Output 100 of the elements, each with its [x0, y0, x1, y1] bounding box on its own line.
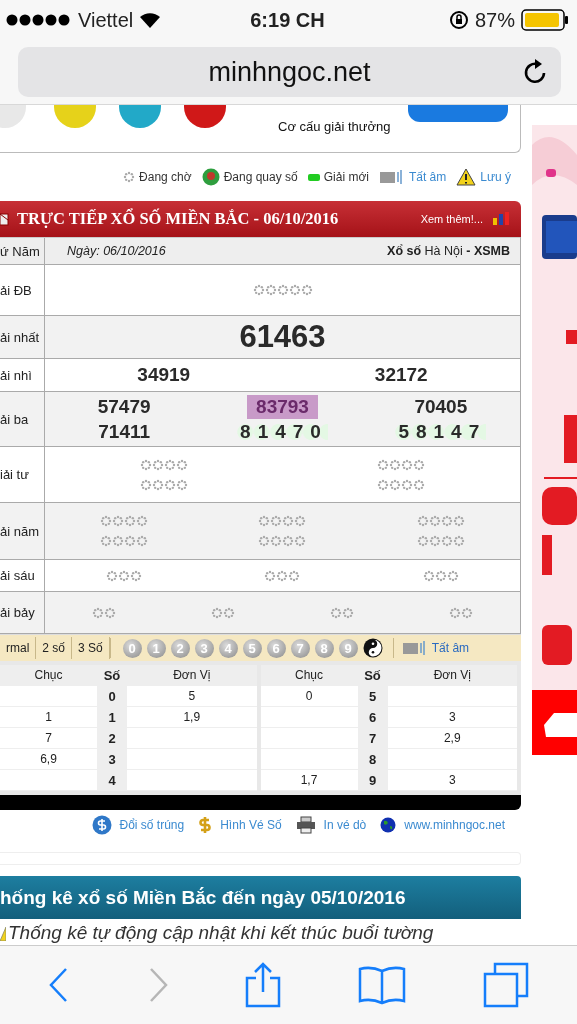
loading-indicator	[376, 478, 427, 491]
prize-number: 32172	[374, 364, 428, 386]
speaker-icon	[378, 169, 405, 185]
table-cell: 0	[97, 686, 127, 706]
bar-chart-icon	[491, 212, 511, 226]
prize-label: ải nhất	[0, 329, 40, 345]
carrier-name: Viettel	[78, 8, 134, 32]
coin-icon	[91, 815, 112, 835]
table-cell-text: 1	[44, 709, 53, 726]
yin-yang-icon[interactable]	[362, 638, 383, 658]
clock-time: 6:19 CH	[250, 8, 325, 32]
loading-indicator	[257, 515, 308, 527]
prize-number: 57479	[97, 396, 151, 418]
table-cell: 9	[357, 770, 388, 790]
loading-indicator	[91, 606, 118, 619]
ball-icon	[201, 168, 220, 186]
column-header: Chục	[294, 667, 324, 684]
loading-icon	[123, 171, 136, 183]
prize-label: ải năm	[0, 523, 40, 539]
loading-indicator	[415, 515, 466, 527]
warning-icon	[0, 925, 6, 941]
loading-indicator	[99, 535, 150, 547]
legend-label: Đang chờ	[139, 170, 192, 184]
prize-label: ải ba	[0, 411, 29, 427]
prize-number: 34919	[137, 364, 191, 386]
battery-icon	[521, 9, 569, 31]
loading-indicator	[210, 606, 237, 619]
legend-link[interactable]: Lưu ý	[480, 170, 511, 184]
prize-label: ải sáu	[0, 568, 35, 583]
prize-label: ải nhì	[0, 367, 32, 383]
loading-indicator	[99, 515, 150, 527]
column-header: Chục	[33, 667, 64, 684]
table-cell-text: 2,9	[442, 730, 462, 747]
prize-number: 70405	[414, 396, 468, 418]
loading-indicator	[415, 535, 466, 547]
table-cell-text: 1,7	[299, 772, 319, 789]
table-cell-text: 7	[44, 730, 53, 747]
table-cell-text: 1,9	[182, 709, 202, 726]
speaker-icon[interactable]	[401, 640, 428, 656]
globe-icon	[380, 817, 397, 833]
loading-indicator	[376, 458, 427, 471]
table-cell: 8	[357, 749, 388, 769]
legend-link[interactable]: Tất âm	[408, 170, 447, 184]
table-cell: 2	[97, 728, 127, 748]
mode-tab[interactable]: 2 số	[36, 637, 73, 659]
draw-date: Ngày: 06/10/2016	[67, 244, 166, 258]
share-icon[interactable]	[245, 962, 282, 1008]
prize-label: ải ĐB	[0, 282, 32, 298]
tabs-icon[interactable]	[482, 962, 529, 1008]
table-cell: 7	[357, 728, 388, 748]
table-cell-text: 0	[304, 688, 314, 705]
legend-label: Đang quay số	[223, 170, 298, 184]
prize-number: 71411	[98, 421, 151, 443]
table-cell-text: 3	[447, 772, 457, 789]
weekday-label: ứ Năm	[0, 243, 40, 259]
legend-label: Giải mới	[323, 170, 369, 184]
table-cell: 3	[97, 749, 127, 769]
loading-indicator	[257, 535, 308, 547]
stats-note: Thống kê tự động cập nhật khi kết thúc buổi tường	[8, 922, 434, 944]
footer-link[interactable]: Đổi số trúng	[119, 818, 185, 832]
footer-link[interactable]: www.minhngoc.net	[404, 818, 505, 832]
column-header: Đơn Vị	[172, 667, 212, 684]
table-cell: 6	[357, 707, 388, 727]
table-cell: 5	[357, 686, 388, 706]
table-cell-text: 6,9	[39, 751, 58, 768]
new-number: 83793	[247, 395, 318, 419]
mode-tab[interactable]: 3 Số	[72, 637, 110, 659]
prize-number: 61463	[239, 319, 326, 355]
rolling-number: 81470	[237, 421, 328, 443]
rolling-number: 58147	[395, 421, 487, 443]
loading-indicator	[263, 569, 302, 582]
marker-icon	[307, 173, 320, 181]
loading-indicator	[251, 284, 314, 296]
book-icon[interactable]	[358, 965, 407, 1005]
loading-indicator	[138, 478, 189, 491]
loading-indicator	[421, 569, 460, 582]
prize-label: ải bảy	[0, 605, 35, 620]
loading-indicator	[447, 606, 474, 619]
dollar-icon	[198, 815, 213, 835]
loading-indicator	[138, 458, 189, 471]
footer-link[interactable]: In vé dò	[323, 818, 367, 832]
more-link[interactable]: Xem thêm!...	[420, 213, 483, 225]
table-cell-text: 3	[447, 709, 457, 726]
mute-link[interactable]: Tất âm	[431, 641, 470, 655]
prize-label: iải tư	[0, 467, 29, 482]
lottery-name: Xổ số Hà Nội - XSMB	[387, 244, 510, 258]
results-title: TRỰC TIẾP XỔ SỐ MIỀN BẮC - 06/10/2016	[17, 209, 340, 229]
battery-percent: 87%	[474, 8, 515, 32]
footer-link[interactable]: Hình Vé Số	[220, 818, 282, 832]
table-cell-text: 5	[187, 688, 197, 705]
wifi-icon	[139, 12, 162, 28]
stats-title: hống kê xổ số Miền Bắc đến ngày 05/10/2016	[0, 886, 406, 909]
rotation-lock-icon	[448, 10, 469, 30]
action-button[interactable]	[408, 105, 508, 122]
address-field[interactable]: minhngoc.net	[18, 47, 561, 97]
signal-icon	[6, 14, 72, 26]
loading-indicator	[328, 606, 355, 619]
loading-indicator	[105, 569, 144, 582]
table-cell: 4	[97, 770, 127, 790]
mode-tab[interactable]: rmal	[0, 637, 37, 659]
